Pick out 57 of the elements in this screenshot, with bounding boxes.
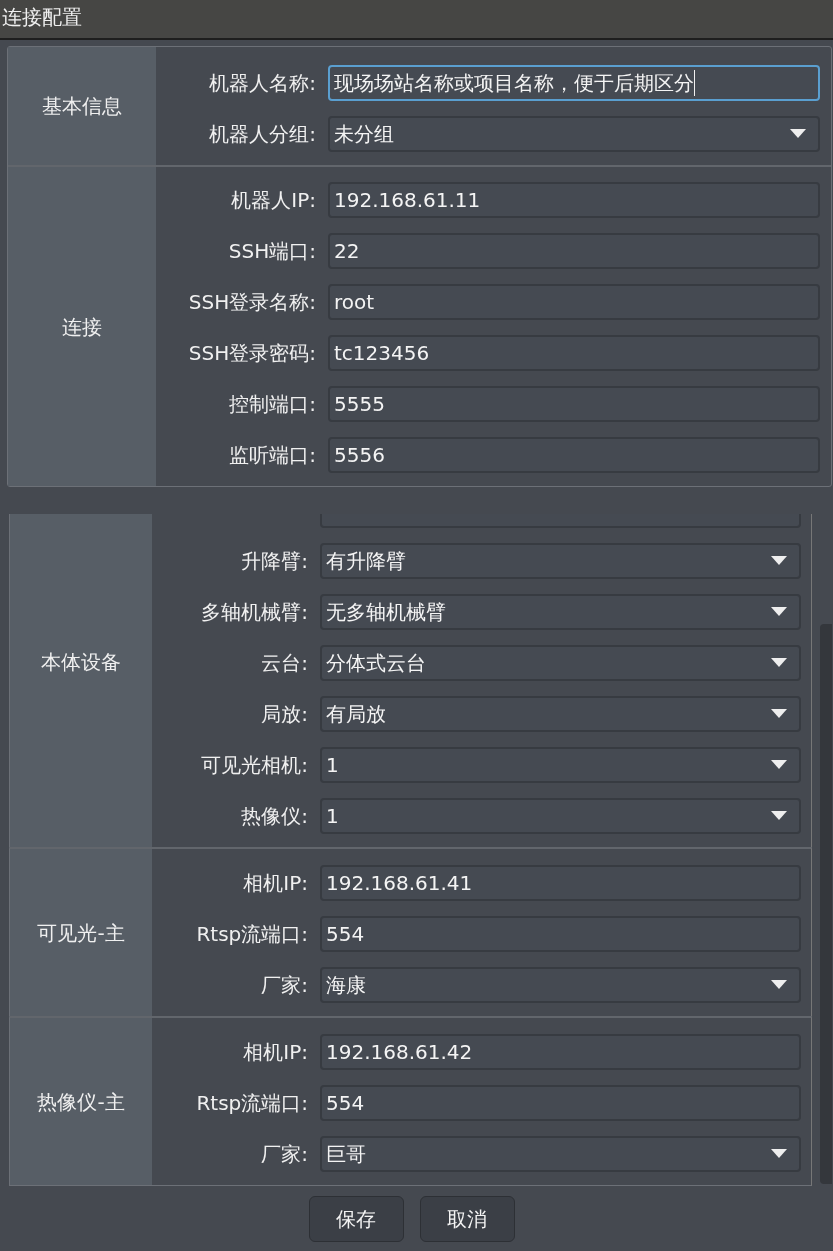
field-label: SSH登录密码: bbox=[188, 340, 316, 365]
dropdown-field[interactable]: 海康 bbox=[320, 966, 801, 1003]
input-field[interactable]: 554 bbox=[320, 915, 801, 952]
field-label: 监听端口: bbox=[229, 442, 316, 467]
input-field[interactable]: 554 bbox=[320, 1084, 801, 1121]
field-label: Rtsp流端口: bbox=[196, 1090, 308, 1115]
input-field[interactable]: 192.168.61.42 bbox=[320, 1033, 801, 1070]
dropdown-caret-icon bbox=[771, 811, 787, 820]
input-field[interactable]: tc123456 bbox=[328, 334, 820, 371]
field-label: SSH登录名称: bbox=[188, 289, 316, 314]
dropdown-field[interactable]: 未分组 bbox=[328, 115, 820, 152]
section-title: 基本信息 bbox=[8, 47, 156, 165]
dropdown-caret-icon bbox=[771, 1149, 787, 1158]
dropdown-field[interactable]: 1 bbox=[320, 797, 801, 834]
field-label: 控制端口: bbox=[229, 391, 316, 416]
field-label: 热像仪: bbox=[241, 803, 308, 828]
dropdown-caret-icon bbox=[771, 658, 787, 667]
section-title: 本体设备 bbox=[10, 514, 152, 847]
field-label: SSH端口: bbox=[228, 238, 316, 263]
input-field[interactable]: 22 bbox=[328, 232, 820, 269]
field-label: 相机IP: bbox=[243, 1039, 308, 1064]
dropdown-caret-icon bbox=[771, 556, 787, 565]
dropdown-caret-icon bbox=[771, 980, 787, 989]
dropdown-field[interactable]: 无多轴机械臂 bbox=[320, 593, 801, 630]
window-title: 连接配置 bbox=[0, 0, 833, 40]
dropdown-caret-icon bbox=[771, 709, 787, 718]
input-field[interactable]: 192.168.61.41 bbox=[320, 864, 801, 901]
field-label: 升降臂: bbox=[241, 548, 308, 573]
field-label: 机器人分组: bbox=[209, 121, 316, 146]
cancel-button[interactable]: 取消 bbox=[419, 1196, 515, 1242]
section-title: 可见光-主 bbox=[10, 849, 152, 1016]
input-field[interactable]: 192.168.61.11 bbox=[328, 181, 820, 218]
input-field[interactable]: 5555 bbox=[328, 385, 820, 422]
dropdown-caret-icon bbox=[771, 760, 787, 769]
field-label: 厂家: bbox=[261, 1141, 308, 1166]
input-field[interactable]: 5556 bbox=[328, 436, 820, 473]
dropdown-field[interactable]: 1 bbox=[320, 746, 801, 783]
section-title: 热像仪-主 bbox=[10, 1018, 152, 1185]
field-label: 相机IP: bbox=[243, 870, 308, 895]
dropdown-field[interactable]: 有升降臂 bbox=[320, 542, 801, 579]
field-label: 可见光相机: bbox=[201, 752, 308, 777]
input-field[interactable]: 现场场站名称或项目名称，便于后期区分 bbox=[328, 64, 820, 101]
field-label: 机器人IP: bbox=[231, 187, 316, 212]
dropdown-field[interactable]: 巨哥 bbox=[320, 1135, 801, 1172]
field-label: 多轴机械臂: bbox=[201, 599, 308, 624]
input-field[interactable]: root bbox=[328, 283, 820, 320]
save-button[interactable]: 保存 bbox=[308, 1196, 404, 1242]
field-label: Rtsp流端口: bbox=[196, 921, 308, 946]
dropdown-caret-icon bbox=[771, 607, 787, 616]
dropdown-field[interactable]: 分体式云台 bbox=[320, 644, 801, 681]
field-label: 局放: bbox=[261, 701, 308, 726]
field-label: 云台: bbox=[261, 650, 308, 675]
section-title: 连接 bbox=[8, 167, 156, 486]
field-label: 机器人名称: bbox=[209, 70, 316, 95]
field-label: 厂家: bbox=[261, 972, 308, 997]
dropdown-field[interactable]: 有局放 bbox=[320, 695, 801, 732]
dropdown-caret-icon bbox=[790, 129, 806, 138]
